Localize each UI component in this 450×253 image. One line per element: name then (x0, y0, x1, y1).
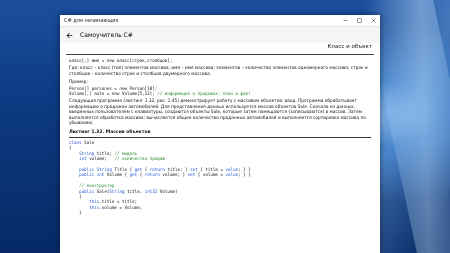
declaration-description: Где: класс – класс (тип) элементов масси… (69, 66, 368, 77)
listing-title: Листинг 1.32. Массив объектов (69, 130, 151, 136)
example-line-2: Volume[,] auto = new Volume[5,13]; // ин… (69, 91, 371, 96)
example-line-2-comment: // информация о продажах: план и факт (157, 91, 251, 97)
close-button[interactable] (366, 15, 380, 26)
app-bar: Самоучитель C# (60, 27, 380, 43)
window-controls (338, 15, 380, 26)
maximize-button[interactable] (352, 15, 366, 26)
code-line: } (69, 210, 82, 216)
body-paragraph: Следующая программа (листинг 1.32, рис. … (69, 99, 366, 127)
breadcrumb-label: Класс и объект (327, 44, 372, 50)
title-bar[interactable]: C# для начинающих (60, 15, 380, 27)
close-icon (370, 18, 376, 23)
minimize-icon (343, 20, 347, 21)
breadcrumb: Класс и объект (60, 43, 380, 54)
example-line-2-code: Volume[,] auto = new Volume[5,13]; (69, 91, 155, 97)
back-arrow-icon (66, 32, 73, 38)
listing-divider (69, 136, 371, 138)
declaration-syntax: класс[,] имя = new класс[строк,столбцов]… (69, 58, 173, 63)
minimize-button[interactable] (338, 15, 352, 26)
app-title: Самоучитель C# (80, 31, 133, 39)
code-listing: class Sale{ String title; // модель int … (69, 140, 371, 216)
app-window: C# для начинающих Самоучитель C# Класс и… (60, 15, 380, 253)
article-content: класс[,] имя = new класс[строк,столбцов]… (60, 55, 380, 216)
window-title: C# для начинающих (64, 17, 119, 24)
back-button[interactable] (66, 31, 74, 39)
maximize-icon (357, 18, 361, 23)
